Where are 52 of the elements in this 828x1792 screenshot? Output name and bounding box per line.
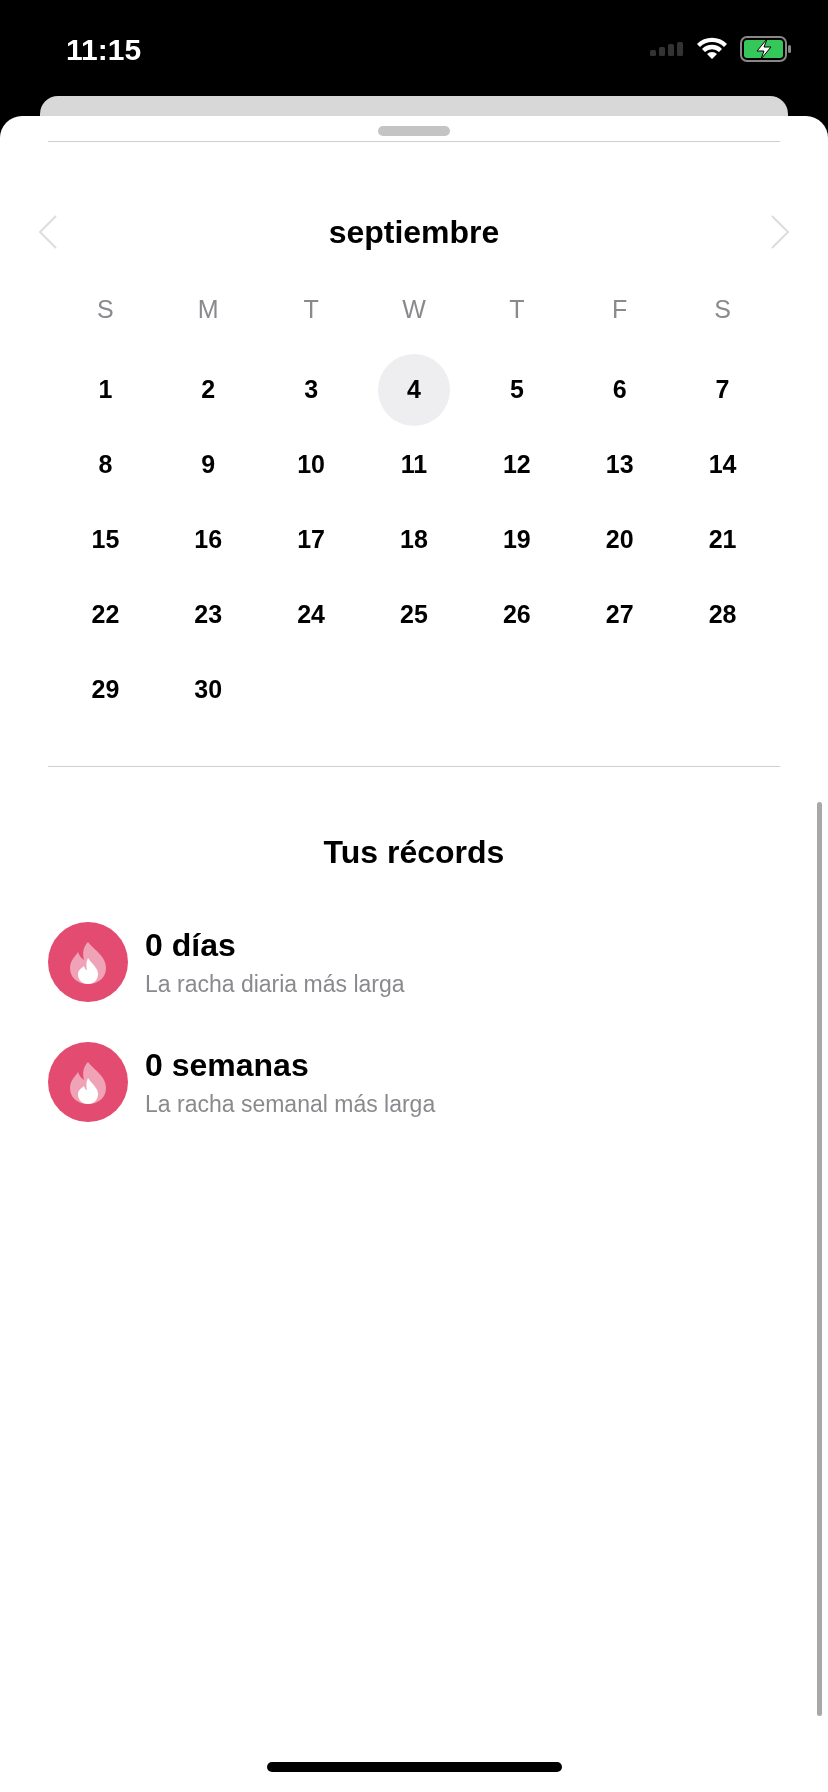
- records-title: Tus récords: [322, 833, 506, 872]
- previous-month-icon[interactable]: [38, 214, 58, 250]
- record-caption: La racha semanal más larga: [145, 1090, 436, 1119]
- calendar-day[interactable]: 28: [686, 578, 759, 651]
- calendar-day[interactable]: 13: [583, 428, 656, 501]
- calendar-day[interactable]: 2: [172, 353, 245, 426]
- weekday-label: F: [612, 294, 628, 326]
- weekday-label: T: [303, 294, 319, 326]
- calendar-day[interactable]: 12: [480, 428, 553, 501]
- calendar-day[interactable]: 17: [275, 503, 348, 576]
- calendar-day[interactable]: 24: [275, 578, 348, 651]
- weekday-label: M: [197, 294, 219, 326]
- record-value: 0 días: [145, 926, 237, 965]
- weekday-label: T: [509, 294, 525, 326]
- status-time: 11:15: [66, 31, 142, 68]
- calendar-day[interactable]: 3: [275, 353, 348, 426]
- next-month-icon[interactable]: [770, 214, 790, 250]
- flame-icon: [48, 922, 128, 1002]
- calendar-day[interactable]: 14: [686, 428, 759, 501]
- calendar-day[interactable]: 7: [686, 353, 759, 426]
- record-value: 0 semanas: [145, 1046, 310, 1085]
- flame-icon: [48, 1042, 128, 1122]
- wifi-icon: [696, 37, 728, 61]
- calendar-day[interactable]: 15: [69, 503, 142, 576]
- calendar-day[interactable]: 4: [378, 353, 450, 426]
- weekday-label: S: [97, 294, 114, 326]
- record-caption: La racha diaria más larga: [145, 970, 405, 999]
- calendar-day[interactable]: 8: [69, 428, 142, 501]
- weekday-label: W: [402, 294, 426, 326]
- calendar-day[interactable]: 19: [480, 503, 553, 576]
- calendar-day[interactable]: 5: [480, 353, 553, 426]
- calendar-day[interactable]: 29: [69, 653, 142, 726]
- calendar-day[interactable]: 10: [275, 428, 348, 501]
- calendar-day[interactable]: 26: [480, 578, 553, 651]
- calendar-day[interactable]: 21: [686, 503, 759, 576]
- calendar-day[interactable]: 30: [172, 653, 245, 726]
- calendar-day[interactable]: 23: [172, 578, 245, 651]
- calendar-day[interactable]: 11: [378, 428, 450, 501]
- grabber-handle[interactable]: [378, 126, 450, 136]
- calendar-day[interactable]: 22: [69, 578, 142, 651]
- calendar-day[interactable]: 18: [378, 503, 450, 576]
- calendar-day[interactable]: 1: [69, 353, 142, 426]
- battery-charging-icon: [740, 36, 792, 62]
- calendar-day[interactable]: 9: [172, 428, 245, 501]
- calendar-day[interactable]: 6: [583, 353, 656, 426]
- signal-icon: [650, 42, 684, 56]
- calendar-day[interactable]: 16: [172, 503, 245, 576]
- calendar-day[interactable]: 27: [583, 578, 656, 651]
- weekday-label: S: [714, 294, 731, 326]
- month-title: septiembre: [328, 213, 500, 252]
- calendar-day[interactable]: 25: [378, 578, 450, 651]
- calendar-day[interactable]: 20: [583, 503, 656, 576]
